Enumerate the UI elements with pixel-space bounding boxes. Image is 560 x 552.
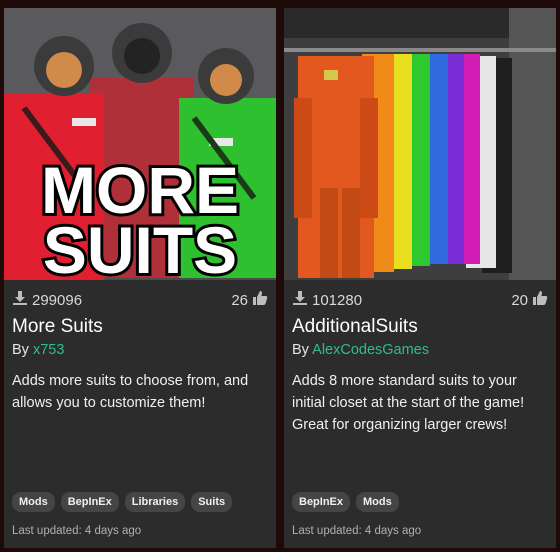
download-count: 101280 <box>312 291 363 309</box>
tag-suits[interactable]: Suits <box>191 492 233 512</box>
mod-byline: By x753 <box>12 342 268 358</box>
last-updated: Last updated: 4 days ago <box>12 525 142 537</box>
by-label: By <box>292 342 309 358</box>
mod-card-more-suits[interactable]: MORE SUITS 299096 26 More Suits By x753 … <box>4 8 276 548</box>
tag-libraries[interactable]: Libraries <box>124 492 186 512</box>
like-count: 26 <box>231 291 248 309</box>
mod-tags: Mods BepInEx Libraries Suits <box>12 492 268 512</box>
mod-title[interactable]: AdditionalSuits <box>292 316 548 338</box>
thumbnail-text-line2: SUITS <box>43 213 237 280</box>
mod-description: Adds 8 more standard suits to your initi… <box>292 373 525 433</box>
author-link[interactable]: x753 <box>33 342 64 358</box>
like-count: 20 <box>511 291 528 309</box>
tag-bepinex[interactable]: BepInEx <box>292 492 351 512</box>
by-label: By <box>12 342 29 358</box>
mod-thumbnail-additional-suits[interactable] <box>284 8 556 280</box>
mod-thumbnail-more-suits[interactable]: MORE SUITS <box>4 8 276 280</box>
mod-card-additional-suits[interactable]: 101280 20 AdditionalSuits By AlexCodesGa… <box>284 8 556 548</box>
mod-title[interactable]: More Suits <box>12 316 268 338</box>
thumbs-up-icon[interactable] <box>532 290 548 310</box>
tag-mods[interactable]: Mods <box>12 492 55 512</box>
tag-mods[interactable]: Mods <box>356 492 399 512</box>
thumbs-up-icon[interactable] <box>252 290 268 310</box>
download-icon <box>12 290 28 310</box>
mod-grid: MORE SUITS 299096 26 More Suits By x753 … <box>0 0 560 552</box>
mod-tags: BepInEx Mods <box>292 492 548 512</box>
download-icon <box>292 290 308 310</box>
mod-stats: 101280 20 <box>292 290 548 310</box>
mod-description: Adds more suits to choose from, and allo… <box>12 373 249 411</box>
mod-byline: By AlexCodesGames <box>292 342 548 358</box>
tag-bepinex[interactable]: BepInEx <box>60 492 119 512</box>
mod-stats: 299096 26 <box>12 290 268 310</box>
last-updated: Last updated: 4 days ago <box>292 525 422 537</box>
download-count: 299096 <box>32 291 83 309</box>
author-link[interactable]: AlexCodesGames <box>312 342 429 358</box>
